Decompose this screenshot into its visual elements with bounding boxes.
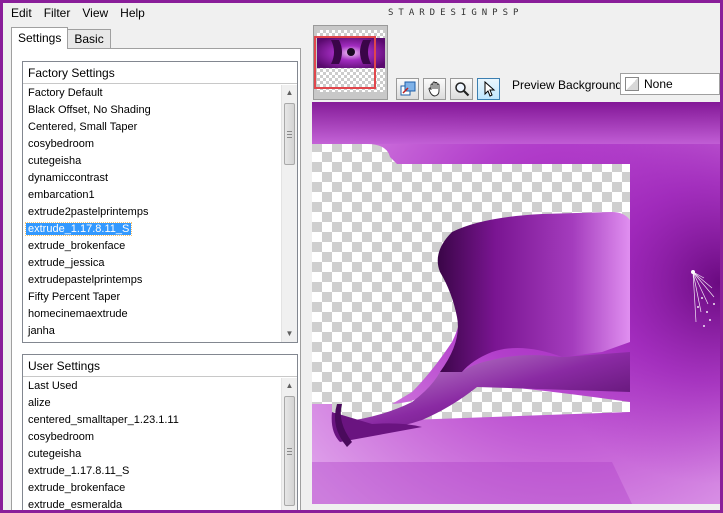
factory-settings-item[interactable]: extrudepastelprintemps [23, 272, 281, 289]
user-settings-item[interactable]: cosybedroom [23, 429, 281, 446]
factory-settings-item[interactable]: dynamiccontrast [23, 170, 281, 187]
preview-image [312, 102, 720, 504]
factory-settings-item[interactable]: Black Offset, No Shading [23, 102, 281, 119]
arrow-pointer-icon [484, 81, 495, 97]
user-settings-item[interactable]: extrude_1.17.8.11_S [23, 463, 281, 480]
background-swatch-icon [625, 77, 639, 91]
user-settings-item-label: extrude_esmeralda [28, 499, 123, 510]
factory-settings-item[interactable]: cosybedroom [23, 136, 281, 153]
factory-settings-item-label: homecinemaextrude [28, 308, 128, 320]
menu-filter[interactable]: Filter [38, 3, 77, 23]
scroll-up-arrow-icon[interactable]: ▲ [282, 378, 297, 394]
tab-settings[interactable]: Settings [11, 27, 69, 49]
menu-edit[interactable]: Edit [3, 3, 38, 23]
user-settings-item[interactable]: alize [23, 395, 281, 412]
factory-settings-item-label: extrudepastelprintemps [28, 274, 143, 286]
navigator-thumbnail[interactable] [313, 25, 388, 100]
settings-panel: Factory Settings Factory Default Black Of… [11, 48, 301, 510]
preview-background-value: None [644, 77, 673, 91]
settings-tabs: Settings Basic [11, 27, 111, 49]
user-settings-item-label: extrude_brokenface [28, 482, 126, 494]
factory-settings-header: Factory Settings [23, 62, 297, 84]
factory-settings-item-label: Black Offset, No Shading [28, 104, 151, 116]
user-settings-item[interactable]: cutegeisha [23, 446, 281, 463]
watermark-text: STARDESIGNPSP [388, 8, 524, 18]
factory-settings-item-label: Fifty Percent Taper [28, 291, 121, 303]
user-settings-item-label: alize [28, 397, 51, 409]
user-settings-item-label: extrude_1.17.8.11_S [28, 465, 130, 477]
factory-settings-item-label: extrude_brokenface [28, 240, 126, 252]
factory-settings-item-label: cutegeisha [28, 155, 82, 167]
factory-settings-item[interactable]: extrude_1.17.8.11_S [23, 221, 281, 238]
user-settings-list[interactable]: User Settings Last Used alize centered_sma… [22, 354, 298, 510]
factory-settings-item[interactable]: Factory Default [23, 85, 281, 102]
menu-bar: Edit Filter View Help [3, 3, 720, 23]
user-settings-item-label: centered_smalltaper_1.23.1.11 [28, 414, 179, 426]
reset-view-tool[interactable] [396, 78, 419, 100]
scroll-up-arrow-icon[interactable]: ▲ [282, 85, 297, 101]
factory-settings-item-label: cosybedroom [28, 138, 95, 150]
factory-settings-item[interactable]: cutegeisha [23, 153, 281, 170]
magnifier-icon [454, 82, 469, 97]
menu-view[interactable]: View [76, 3, 114, 23]
pan-tool[interactable] [423, 78, 446, 100]
factory-settings-item[interactable]: extrude_brokenface [23, 238, 281, 255]
user-settings-item-label: Last Used [28, 380, 78, 392]
menu-help[interactable]: Help [114, 3, 151, 23]
preview-background-select[interactable]: None [620, 73, 720, 95]
plugin-window: Edit Filter View Help STARDESIGNPSP Sett… [3, 3, 720, 510]
factory-settings-item[interactable]: extrude2pastelprintemps [23, 204, 281, 221]
factory-settings-item-label: janha [28, 325, 55, 337]
user-settings-items: Last Used alize centered_smalltaper_1.23.1… [23, 378, 281, 510]
user-settings-item[interactable]: extrude_esmeralda [23, 497, 281, 510]
user-settings-header: User Settings [23, 355, 297, 377]
reset-icon [400, 81, 415, 96]
factory-settings-item-label: Factory Default [28, 87, 103, 99]
factory-settings-item[interactable]: Centered, Small Taper [23, 119, 281, 136]
factory-settings-item[interactable]: extrude_jessica [23, 255, 281, 272]
factory-settings-item[interactable]: Fifty Percent Taper [23, 289, 281, 306]
factory-scrollbar[interactable]: ▲ ▼ [281, 85, 297, 342]
scroll-thumb[interactable] [284, 103, 295, 165]
preview-background-label: Preview Background: [512, 78, 626, 92]
viewport-indicator[interactable] [314, 36, 376, 89]
factory-settings-item-label: embarcation1 [28, 189, 95, 201]
factory-settings-item-label: extrude_jessica [28, 257, 105, 269]
grip-icon [287, 448, 292, 455]
user-scrollbar[interactable]: ▲ [281, 378, 297, 510]
user-settings-item-label: cosybedroom [28, 431, 95, 443]
scroll-down-arrow-icon[interactable]: ▼ [282, 326, 297, 342]
tab-basic[interactable]: Basic [67, 29, 111, 49]
zoom-tool[interactable] [450, 78, 473, 100]
scroll-thumb[interactable] [284, 396, 295, 506]
user-settings-item[interactable]: extrude_brokenface [23, 480, 281, 497]
user-settings-item[interactable]: Last Used [23, 378, 281, 395]
factory-settings-items: Factory Default Black Offset, No Shading C… [23, 85, 281, 342]
factory-settings-item-label: Centered, Small Taper [28, 121, 138, 133]
user-settings-item-label: cutegeisha [28, 448, 82, 460]
factory-settings-item-label: extrude2pastelprintemps [28, 206, 149, 218]
factory-settings-item[interactable]: homecinemaextrude [23, 306, 281, 323]
hand-icon [428, 81, 439, 97]
grip-icon [287, 131, 292, 138]
preview-canvas[interactable] [312, 102, 720, 504]
factory-settings-item-label: extrude_1.17.8.11_S [24, 222, 133, 236]
user-settings-item[interactable]: centered_smalltaper_1.23.1.11 [23, 412, 281, 429]
factory-settings-item-label: dynamiccontrast [28, 172, 109, 184]
factory-settings-list[interactable]: Factory Settings Factory Default Black Of… [22, 61, 298, 343]
pointer-tool[interactable] [477, 78, 500, 100]
factory-settings-item[interactable]: janha [23, 323, 281, 340]
factory-settings-item[interactable]: embarcation1 [23, 187, 281, 204]
